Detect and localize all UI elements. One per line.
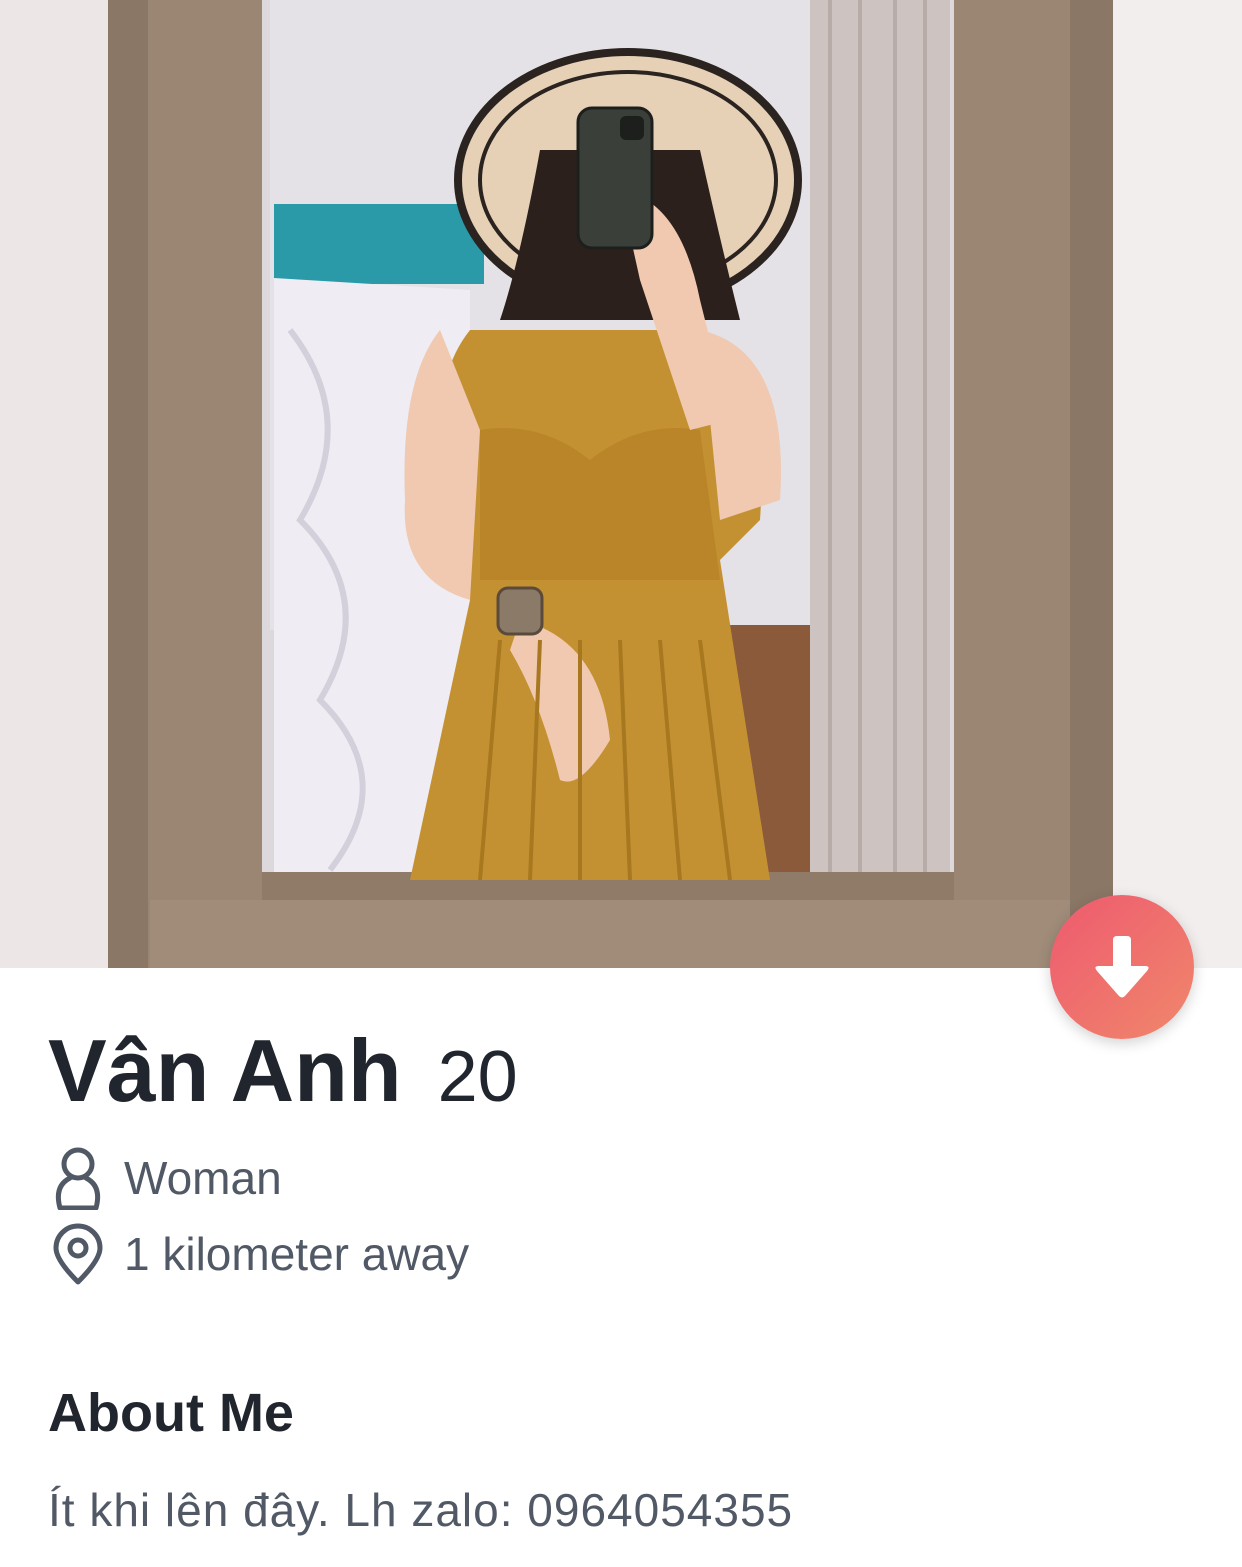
arrow-down-icon	[1095, 936, 1149, 998]
collapse-profile-button[interactable]	[1050, 895, 1194, 1039]
profile-name: Vân Anh	[48, 1021, 402, 1120]
about-me-heading: About Me	[48, 1383, 294, 1443]
profile-header: Vân Anh 20	[48, 1020, 518, 1122]
person-outline-icon	[48, 1146, 108, 1210]
location-pin-icon	[48, 1222, 108, 1286]
about-me-text: Ít khi lên đây. Lh zalo: 0964054355	[48, 1484, 794, 1536]
profile-age: 20	[437, 1037, 518, 1117]
gender-row: Woman	[48, 1146, 282, 1210]
gender-label: Woman	[124, 1152, 282, 1204]
profile-photo[interactable]	[0, 0, 1242, 968]
distance-label: 1 kilometer away	[124, 1228, 470, 1280]
distance-row: 1 kilometer away	[48, 1222, 469, 1286]
